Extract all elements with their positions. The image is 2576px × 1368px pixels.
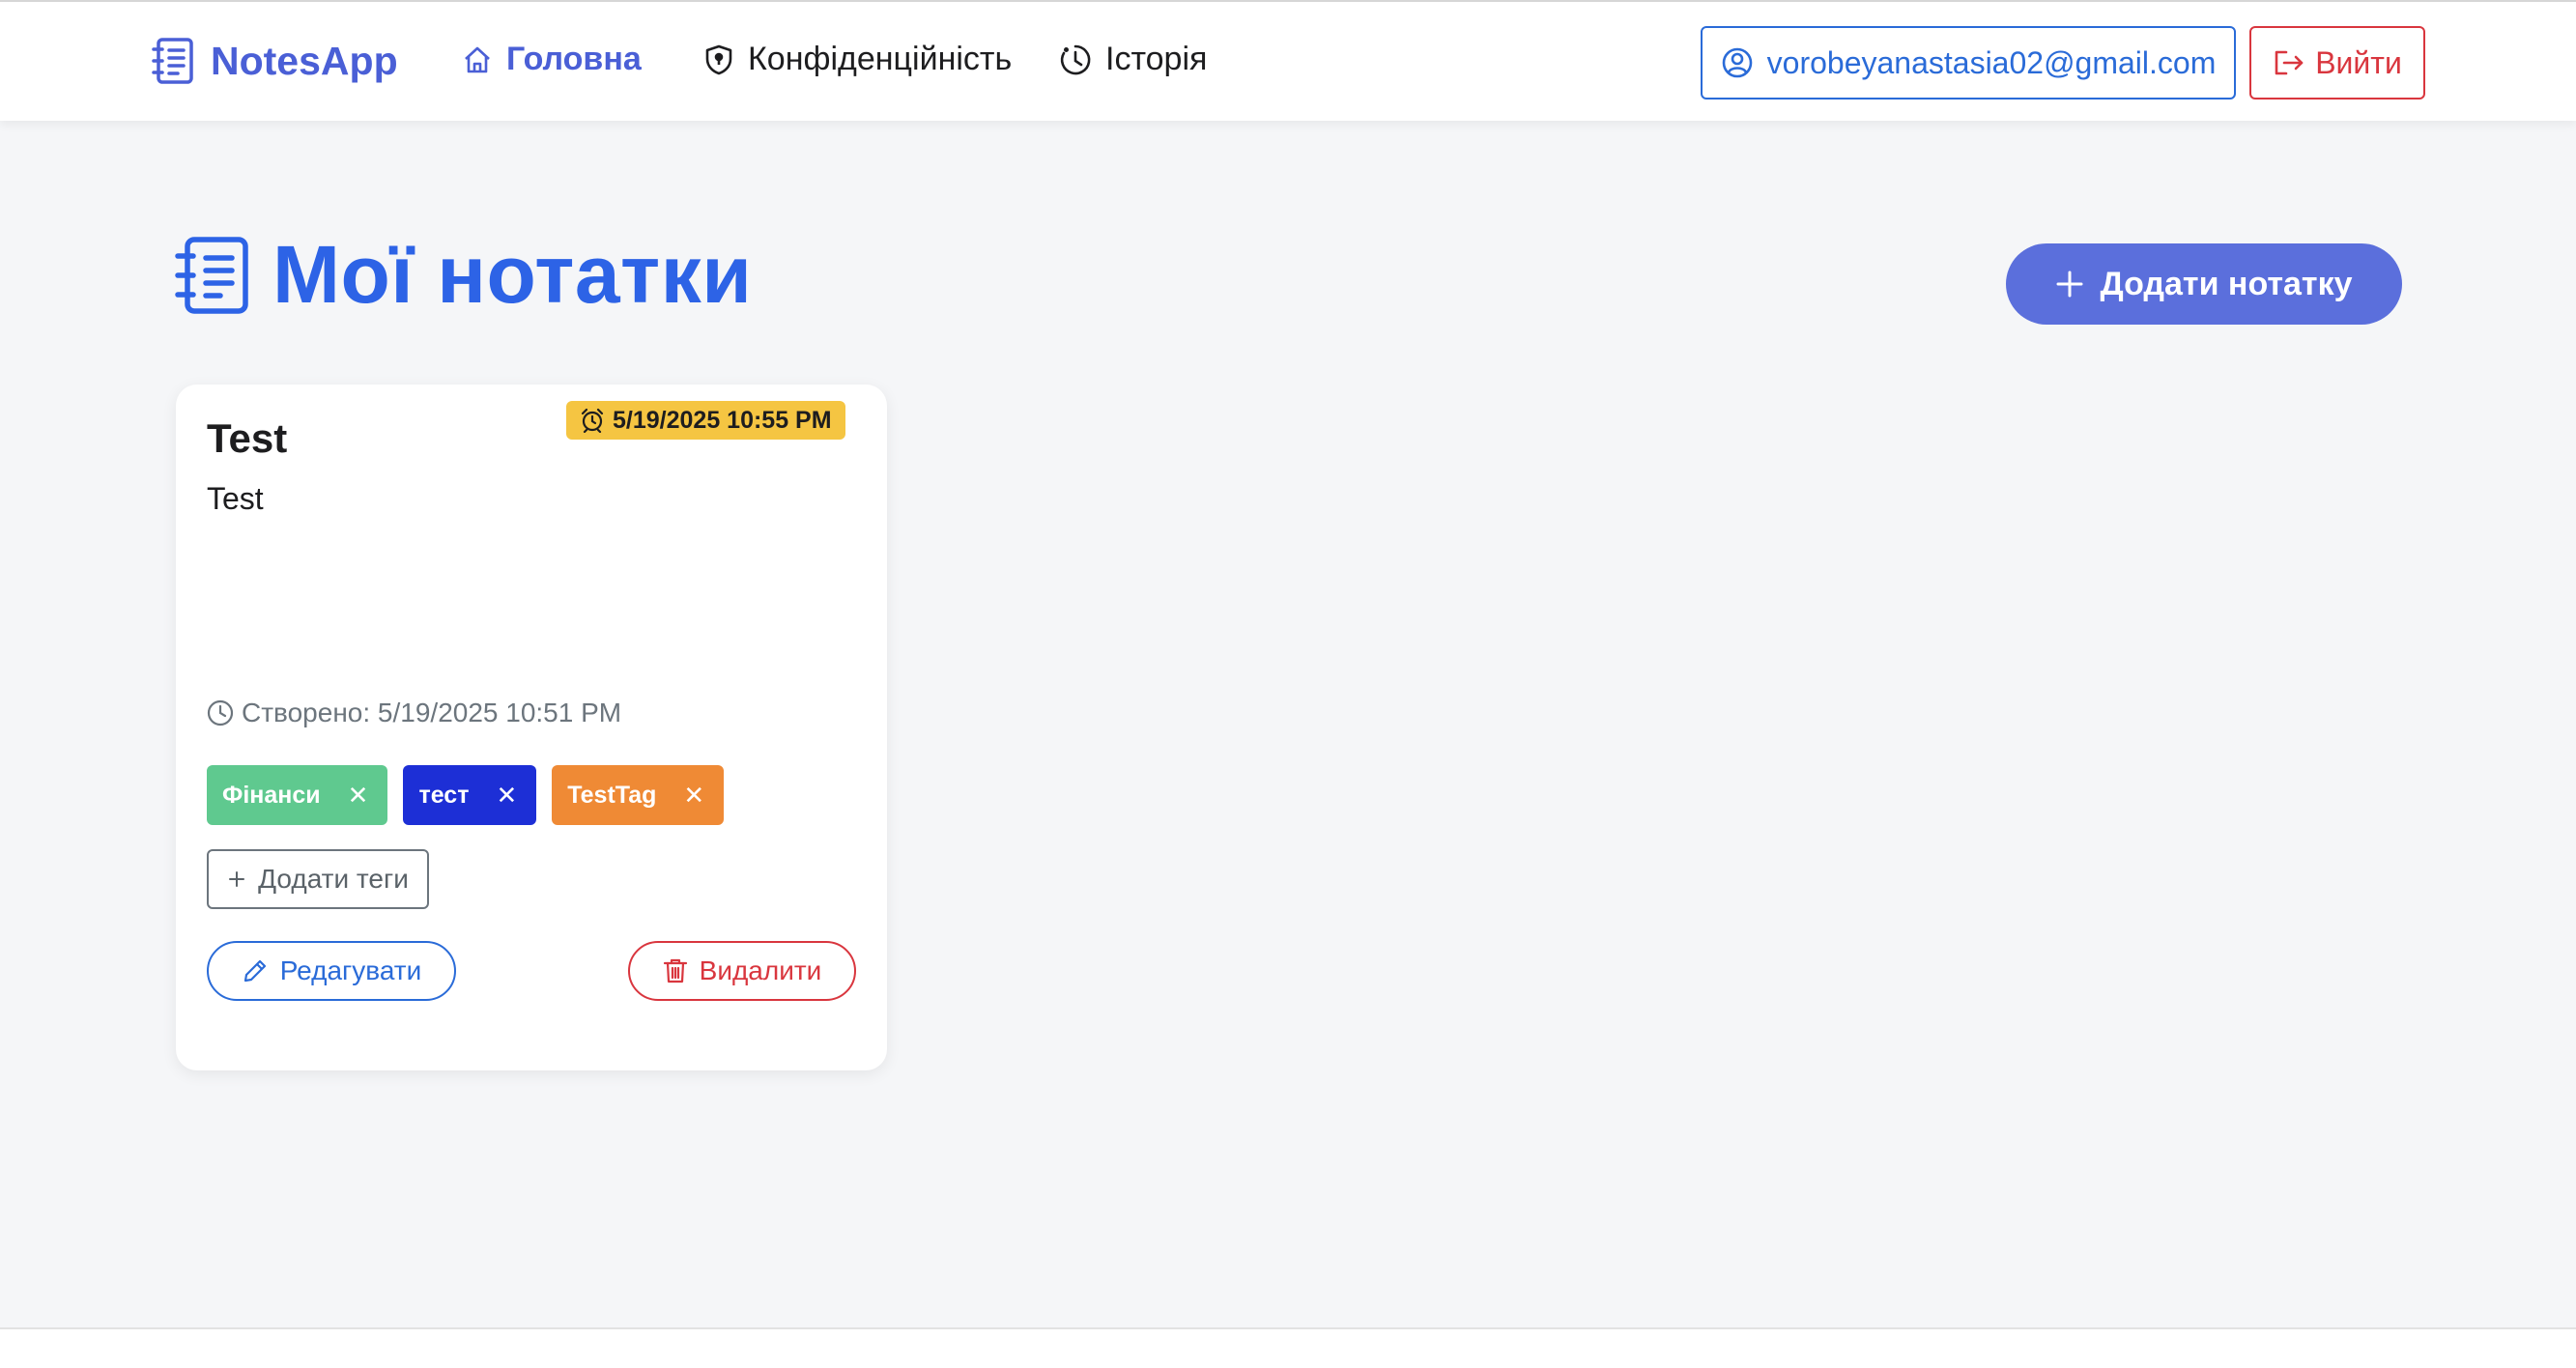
created-text: Створено: 5/19/2025 10:51 PM — [242, 698, 622, 727]
clock-icon — [1059, 43, 1092, 76]
user-email: vorobeyanastasia02@gmail.com — [1766, 44, 2217, 80]
nav-history-label: Історія — [1105, 41, 1208, 77]
logout-icon — [2273, 48, 2305, 77]
edit-label: Редагувати — [279, 955, 422, 985]
reminder-datetime: 5/19/2025 10:55 PM — [613, 406, 832, 434]
notebook-icon — [174, 235, 251, 316]
pencil-icon — [242, 957, 269, 984]
note-card: Test 5/19/2025 10:55 PM Test Створено: 5… — [176, 385, 887, 1070]
shield-icon — [703, 43, 734, 76]
note-title: Test — [207, 415, 288, 461]
remove-tag-icon[interactable]: ✕ — [496, 781, 517, 811]
nav-home[interactable]: Головна — [462, 41, 642, 78]
user-account-button[interactable]: vorobeyanastasia02@gmail.com — [1701, 26, 2236, 100]
brand-link[interactable]: NotesApp — [151, 37, 398, 85]
logout-label: Вийти — [2315, 44, 2402, 80]
nav-history[interactable]: Історія — [1059, 41, 1207, 78]
add-note-label: Додати нотатку — [2100, 265, 2353, 302]
logout-button[interactable]: Вийти — [2249, 26, 2425, 100]
add-tags-button[interactable]: Додати теги — [207, 849, 429, 909]
note-body: Test — [207, 481, 264, 516]
nav-privacy-label: Конфіденційність — [748, 41, 1013, 77]
nav-home-label: Головна — [506, 41, 642, 77]
tag-list: Фінанси ✕ тест ✕ TestTag ✕ — [207, 765, 725, 825]
footer-bar — [0, 1327, 2576, 1368]
created-date: Створено: 5/19/2025 10:51 PM — [207, 698, 621, 728]
reminder-badge: 5/19/2025 10:55 PM — [566, 401, 845, 440]
tag-finance: Фінанси ✕ — [207, 765, 388, 825]
tag-label: Фінанси — [222, 781, 321, 809]
page-heading: Мої нотатки — [272, 229, 753, 320]
add-tags-label: Додати теги — [258, 864, 409, 894]
tag-test: тест ✕ — [403, 765, 537, 825]
home-icon — [462, 44, 493, 75]
tag-testtag: TestTag ✕ — [552, 765, 725, 825]
remove-tag-icon[interactable]: ✕ — [683, 781, 704, 811]
tag-label: TestTag — [567, 781, 657, 809]
nav-privacy[interactable]: Конфіденційність — [703, 41, 1012, 78]
notebook-icon — [151, 37, 195, 85]
page-title: Мої нотатки — [174, 228, 752, 322]
brand-name: NotesApp — [211, 38, 398, 83]
user-circle-icon — [1721, 46, 1754, 79]
top-navbar: NotesApp Головна Конфіденційність Історі… — [0, 0, 2576, 121]
edit-button[interactable]: Редагувати — [207, 941, 456, 1001]
trash-icon — [663, 957, 688, 984]
plus-icon — [227, 869, 246, 889]
add-note-button[interactable]: Додати нотатку — [2006, 243, 2402, 325]
alarm-clock-icon — [580, 408, 605, 433]
clock-icon — [207, 699, 234, 727]
plus-icon — [2055, 270, 2084, 299]
remove-tag-icon[interactable]: ✕ — [348, 781, 369, 811]
delete-button[interactable]: Видалити — [628, 941, 856, 1001]
delete-label: Видалити — [699, 955, 822, 985]
tag-label: тест — [418, 781, 470, 809]
